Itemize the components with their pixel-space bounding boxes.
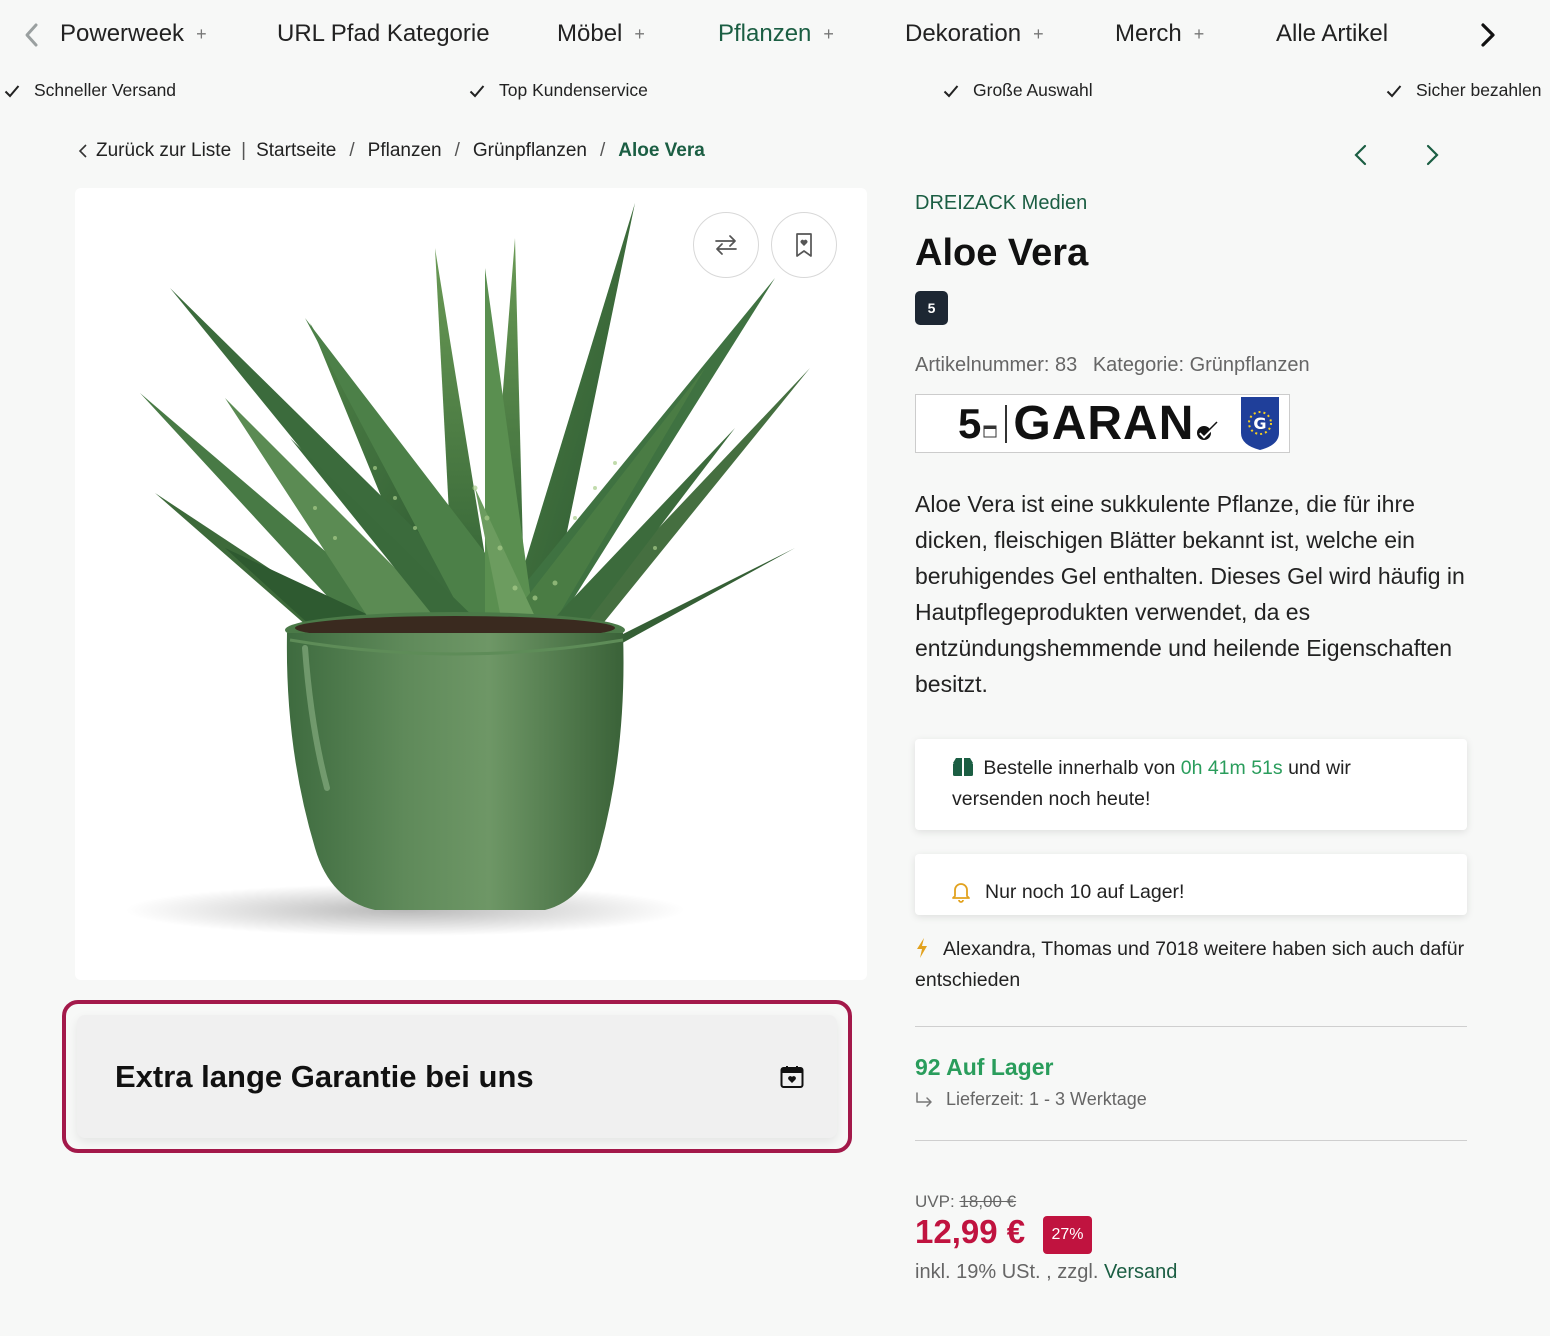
usp-label: Schneller Versand: [34, 80, 177, 100]
nav-item-label: Powerweek: [60, 20, 185, 47]
return-arrow-icon: [916, 1091, 932, 1107]
rating-badge: 5: [915, 291, 948, 325]
chevron-left-icon[interactable]: [22, 22, 42, 48]
nav-item-moebel[interactable]: Möbel +: [557, 20, 645, 48]
usp-label: Große Auswahl: [973, 80, 1093, 100]
shipping-text-before: Bestelle innerhalb von: [983, 757, 1176, 779]
plus-icon[interactable]: +: [1194, 24, 1205, 45]
nav-item-dekoration[interactable]: Dekoration +: [905, 20, 1044, 48]
back-to-list-link[interactable]: Zurück zur Liste: [78, 140, 231, 162]
checkmark-icon: [1386, 84, 1402, 97]
guarantee-accordion[interactable]: Extra lange Garantie bei uns: [77, 1015, 837, 1138]
usp-item: Schneller Versand: [4, 80, 176, 101]
divider: [915, 1026, 1467, 1027]
guarantee-title: Extra lange Garantie bei uns: [115, 1058, 534, 1094]
main-navigation: Powerweek + URL Pfad Kategorie Möbel + P…: [0, 0, 1550, 70]
product-image-card[interactable]: [75, 188, 867, 980]
checkmark-icon: [469, 84, 485, 97]
delivery-time-text: Lieferzeit: 1 - 3 Werktage: [946, 1089, 1147, 1109]
nav-item-alle-artikel[interactable]: Alle Artikel: [1276, 20, 1388, 48]
garantie-logo[interactable]: 5 GARAN G: [915, 394, 1290, 453]
low-stock-notice: Nur noch 10 auf Lager!: [915, 854, 1467, 915]
back-to-list-label: Zurück zur Liste: [96, 140, 232, 161]
nav-item-label: Alle Artikel: [1276, 20, 1389, 47]
chevron-right-icon[interactable]: [1477, 22, 1499, 48]
usp-item: Sicher bezahlen: [1386, 80, 1542, 101]
usp-label: Sicher bezahlen: [1416, 80, 1542, 100]
usp-item: Große Auswahl: [943, 80, 1093, 101]
product-title: Aloe Vera: [915, 232, 1089, 274]
nav-item-pflanzen[interactable]: Pflanzen +: [718, 20, 834, 48]
chevron-left-icon: [78, 144, 87, 158]
calendar-heart-icon: [780, 1065, 804, 1088]
product-meta: Artikelnummer: 83 Kategorie: Grünpflanze…: [915, 354, 1310, 377]
usp-item: Top Kundenservice: [469, 80, 648, 101]
bookmark-heart-icon: [796, 233, 812, 257]
checkmark-icon: [943, 84, 959, 97]
previous-product-icon[interactable]: [1352, 142, 1370, 168]
package-icon: [953, 758, 973, 776]
product-image[interactable]: [75, 188, 867, 980]
plus-icon[interactable]: +: [823, 24, 834, 45]
next-product-icon[interactable]: [1423, 142, 1441, 168]
breadcrumb-separator: /: [349, 140, 355, 161]
current-price: 12,99 €: [915, 1213, 1026, 1250]
manufacturer-link[interactable]: DREIZACK Medien: [915, 192, 1087, 215]
product-description: Aloe Vera ist eine sukkulente Pflanze, d…: [915, 491, 1465, 697]
lightning-icon: [917, 938, 927, 958]
nav-item-label: Möbel: [557, 20, 623, 47]
tax-info: inkl. 19% USt. , zzgl. Versand: [915, 1261, 1177, 1284]
breadcrumb-link-gruenpflanzen[interactable]: Grünpflanzen: [473, 140, 587, 162]
social-proof: Alexandra, Thomas und 7018 weitere haben…: [915, 934, 1475, 996]
bell-icon: [952, 883, 970, 903]
nav-item-label: Pflanzen: [718, 20, 812, 47]
article-number: Artikelnummer: 83: [915, 354, 1078, 376]
shipping-countdown-notice: Bestelle innerhalb von 0h 41m 51s und wi…: [915, 739, 1467, 830]
breadcrumb: Zurück zur Liste | Startseite / Pflanzen…: [78, 140, 705, 162]
eu-shield-icon: G: [1241, 397, 1279, 450]
delivery-time: Lieferzeit: 1 - 3 Werktage: [915, 1089, 1147, 1110]
wishlist-button[interactable]: [771, 212, 837, 278]
checkmark-icon: [1197, 420, 1220, 440]
discount-badge: 27%: [1043, 1216, 1092, 1254]
guarantee-box-highlight: Extra lange Garantie bei uns: [62, 1000, 852, 1153]
shipping-costs-link[interactable]: Versand: [1104, 1261, 1177, 1283]
divider: [915, 1140, 1467, 1141]
nav-item-powerweek[interactable]: Powerweek +: [60, 20, 207, 48]
checkmark-icon: [4, 84, 20, 97]
logo-divider: [1005, 404, 1008, 443]
calendar-icon: [983, 425, 997, 437]
usp-label: Top Kundenservice: [499, 80, 648, 100]
compare-button[interactable]: [693, 212, 759, 278]
nav-item-label: Dekoration: [905, 20, 1022, 47]
nav-item-label: URL Pfad Kategorie: [277, 20, 490, 47]
breadcrumb-link-startseite[interactable]: Startseite: [256, 140, 336, 162]
stock-status: 92 Auf Lager: [915, 1054, 1054, 1080]
garantie-logo-number: 5: [958, 399, 982, 447]
uvp-old-price: 18,00 €: [959, 1192, 1017, 1211]
nav-item-url-pfad-kategorie[interactable]: URL Pfad Kategorie: [277, 20, 490, 48]
plus-icon[interactable]: +: [1033, 24, 1044, 45]
product-category: Kategorie: Grünpflanzen: [1092, 354, 1310, 376]
uvp-label: UVP:: [915, 1192, 955, 1211]
compare-arrows-icon: [715, 235, 737, 255]
social-proof-text: Alexandra, Thomas und 7018 weitere haben…: [915, 938, 1465, 991]
low-stock-text: Nur noch 10 auf Lager!: [985, 880, 1185, 903]
svg-text:G: G: [1253, 414, 1266, 433]
nav-item-label: Merch: [1115, 20, 1182, 47]
tax-text: inkl. 19% USt. , zzgl.: [915, 1261, 1099, 1283]
breadcrumb-separator: /: [454, 140, 460, 161]
uvp-price: UVP: 18,00 €: [915, 1192, 1016, 1212]
garantie-logo-word: GARAN: [1013, 397, 1195, 450]
plus-icon[interactable]: +: [634, 24, 645, 45]
breadcrumb-separator: /: [599, 140, 606, 161]
breadcrumb-divider: |: [241, 140, 247, 161]
plus-icon[interactable]: +: [196, 24, 207, 45]
shipping-timer: 0h 41m 51s: [1180, 757, 1283, 779]
nav-item-merch[interactable]: Merch +: [1115, 20, 1204, 48]
breadcrumb-current: Aloe Vera: [618, 140, 705, 161]
breadcrumb-link-pflanzen[interactable]: Pflanzen: [368, 140, 442, 162]
